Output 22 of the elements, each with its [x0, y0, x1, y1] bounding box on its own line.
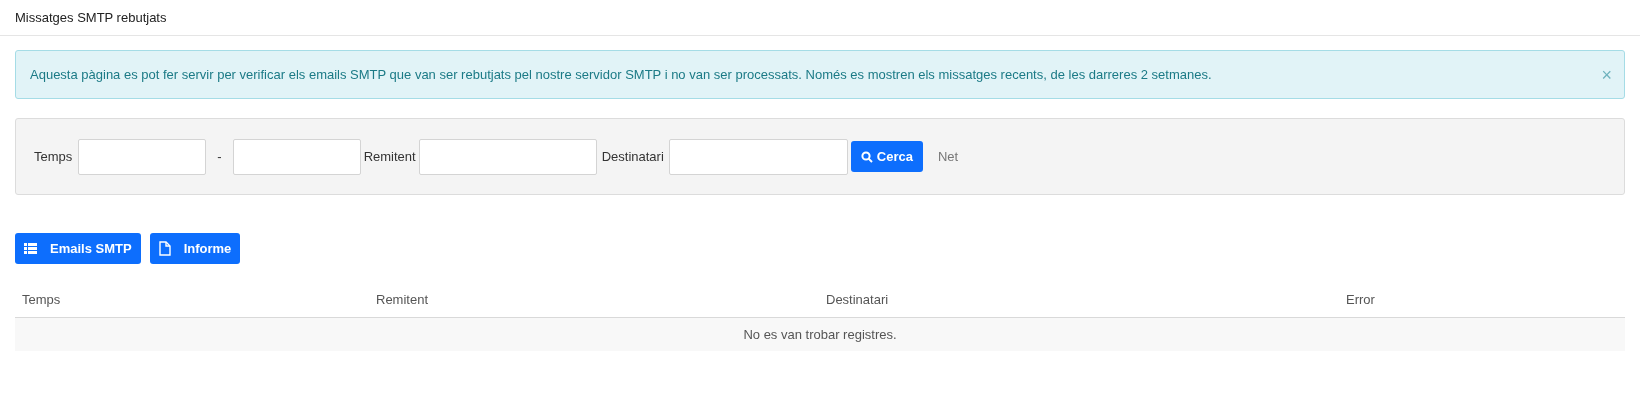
- range-separator: -: [217, 147, 222, 166]
- column-header: Destinatari: [826, 292, 889, 308]
- filter-label: Remitent: [363, 147, 416, 166]
- empty-message: No es van trobar registres.: [743, 325, 897, 344]
- list-icon: [24, 243, 37, 254]
- page-title: Missatges SMTP rebutjats: [15, 8, 167, 27]
- column-header: Temps: [22, 292, 61, 308]
- toolbar-button[interactable]: Informe: [149, 233, 241, 264]
- clear-link[interactable]: Net: [937, 146, 959, 167]
- filter-label: Destinatari: [601, 147, 664, 166]
- search-icon: [860, 150, 873, 163]
- column-header: Remitent: [376, 292, 429, 308]
- recipient-field[interactable]: [668, 138, 848, 175]
- sender-field[interactable]: [418, 138, 597, 175]
- column-header: Error: [1346, 292, 1375, 308]
- search-button[interactable]: Cerca: [850, 141, 923, 172]
- time-from-field[interactable]: [78, 138, 207, 175]
- alert-message: Aquesta pàgina es pot fer servir per verificar els emails SMTP que van ser rebutjats pel nostre servidor SMTP i no van ser processats. Només es mostren els missatges recents, de les darreres 2 setmanes.: [30, 65, 1212, 84]
- file-icon: [158, 241, 171, 256]
- time-to-field[interactable]: [232, 138, 361, 175]
- toolbar-button[interactable]: Emails SMTP: [15, 233, 141, 264]
- filter-label: Temps: [34, 147, 73, 166]
